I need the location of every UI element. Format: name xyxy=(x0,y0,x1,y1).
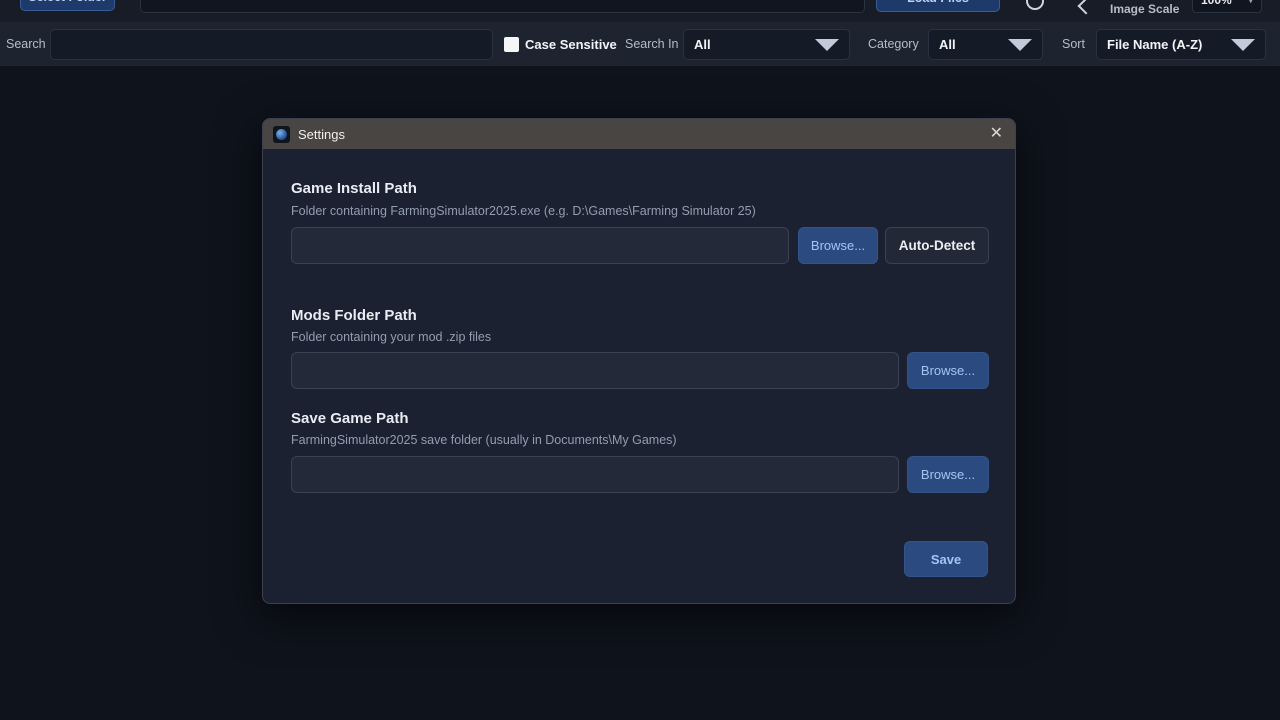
image-scale-label: Image Scale xyxy=(1110,2,1179,16)
mods-folder-path-hint: Folder containing your mod .zip files xyxy=(291,330,491,344)
chevron-down-icon xyxy=(815,39,839,51)
sort-label: Sort xyxy=(1062,22,1085,66)
game-install-path-input[interactable] xyxy=(291,227,789,264)
sort-dropdown[interactable]: File Name (A-Z) xyxy=(1096,29,1266,60)
game-install-path-heading: Game Install Path xyxy=(291,180,417,197)
mods-folder-path-input[interactable] xyxy=(291,352,899,389)
search-in-label: Search In xyxy=(625,22,679,66)
spinner-arrows-icon[interactable]: ▾ xyxy=(1248,0,1253,4)
dialog-title: Settings xyxy=(298,127,345,142)
circle-icon[interactable] xyxy=(1026,0,1044,10)
image-scale-value: 100% xyxy=(1201,0,1232,7)
save-button[interactable]: Save xyxy=(904,541,988,577)
mods-folder-browse-button[interactable]: Browse... xyxy=(907,352,989,389)
chevron-down-icon xyxy=(1008,39,1032,51)
game-install-path-hint: Folder containing FarmingSimulator2025.e… xyxy=(291,204,756,218)
auto-detect-button[interactable]: Auto-Detect xyxy=(885,227,989,264)
save-game-path-hint: FarmingSimulator2025 save folder (usuall… xyxy=(291,433,677,447)
save-game-browse-button[interactable]: Browse... xyxy=(907,456,989,493)
image-scale-select[interactable]: 100% ▾ xyxy=(1192,0,1262,13)
search-label: Search xyxy=(6,22,46,66)
case-sensitive-label: Case Sensitive xyxy=(525,22,617,66)
select-folder-button[interactable]: Select Folder xyxy=(20,0,115,11)
save-game-path-heading: Save Game Path xyxy=(291,410,409,427)
case-sensitive-checkbox[interactable] xyxy=(504,37,519,52)
chevron-icon[interactable] xyxy=(1078,0,1095,14)
app-window: Select Folder Load Files Image Scale 100… xyxy=(0,0,1280,720)
settings-dialog: Settings ✕ Game Install Path Folder cont… xyxy=(262,118,1016,604)
game-install-browse-button[interactable]: Browse... xyxy=(798,227,878,264)
category-dropdown[interactable]: All xyxy=(928,29,1043,60)
mods-folder-path-heading: Mods Folder Path xyxy=(291,307,417,324)
chevron-down-icon xyxy=(1231,39,1255,51)
filter-bar: Search Case Sensitive Search In All Cate… xyxy=(0,22,1280,66)
search-in-dropdown[interactable]: All xyxy=(683,29,850,60)
search-input[interactable] xyxy=(50,29,493,60)
load-files-button[interactable]: Load Files xyxy=(876,0,1000,12)
save-game-path-input[interactable] xyxy=(291,456,899,493)
top-toolbar: Select Folder Load Files Image Scale 100… xyxy=(0,0,1280,22)
dialog-titlebar[interactable]: Settings ✕ xyxy=(263,119,1015,149)
search-in-value: All xyxy=(694,37,711,52)
app-icon xyxy=(273,126,290,143)
sort-value: File Name (A-Z) xyxy=(1107,37,1202,52)
close-icon[interactable]: ✕ xyxy=(990,126,1003,142)
folder-path-input[interactable] xyxy=(140,0,865,13)
category-label: Category xyxy=(868,22,919,66)
category-value: All xyxy=(939,37,956,52)
